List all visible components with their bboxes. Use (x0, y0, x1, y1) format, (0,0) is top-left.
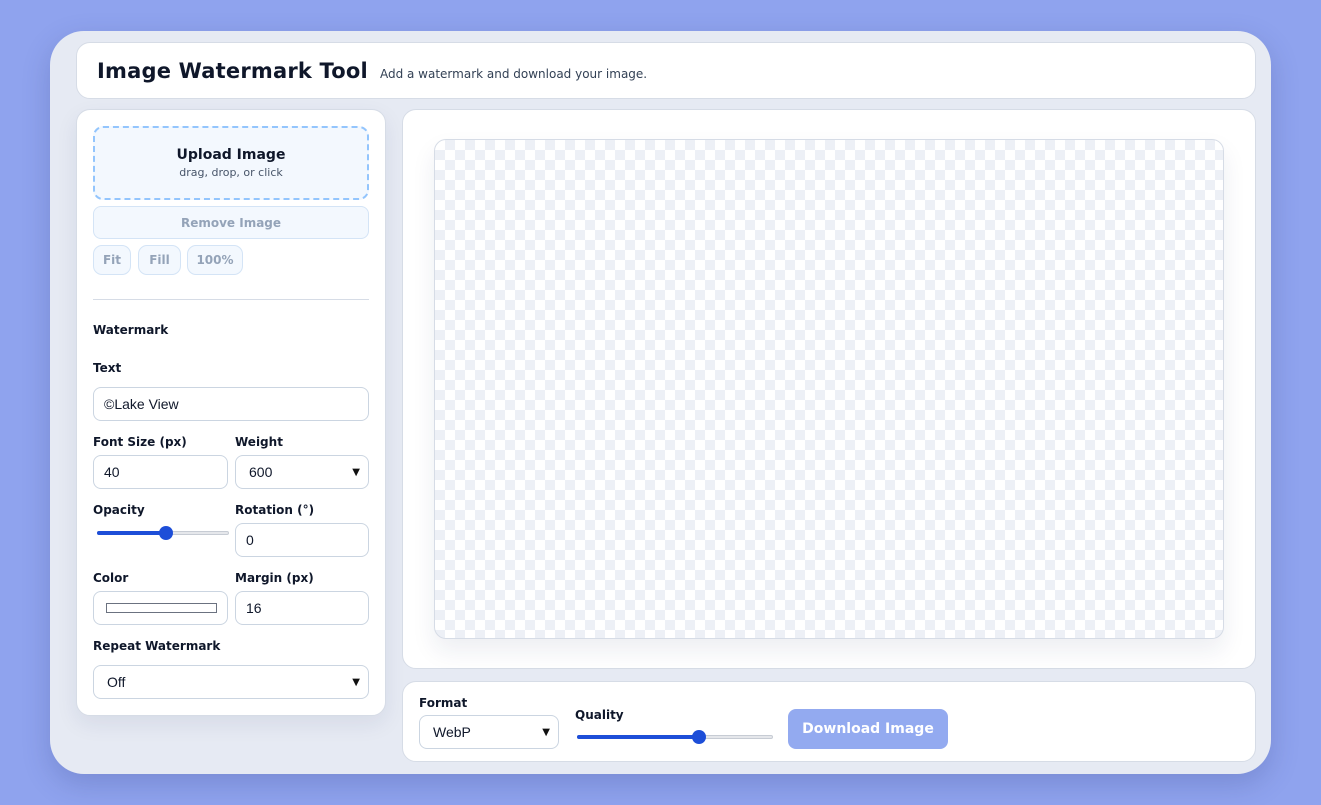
fit-button[interactable]: Fit (93, 245, 131, 275)
download-image-button[interactable]: Download Image (788, 709, 948, 749)
app-window: Image Watermark Tool Add a watermark and… (50, 31, 1271, 774)
quality-slider-fill (577, 735, 699, 739)
repeat-select[interactable]: Off ▼ (93, 665, 369, 699)
upload-hint: drag, drop, or click (179, 166, 283, 179)
opacity-slider-thumb[interactable] (158, 526, 173, 540)
chevron-down-icon: ▼ (352, 676, 360, 688)
opacity-label: Opacity (93, 503, 145, 517)
export-bar: Format WebP ▼ Quality Download Image (402, 681, 1256, 762)
watermark-text-input[interactable]: ©Lake View (93, 387, 369, 421)
opacity-slider[interactable] (97, 525, 229, 541)
weight-select[interactable]: 600 ▼ (235, 455, 369, 489)
color-label: Color (93, 571, 129, 585)
page-subtitle: Add a watermark and download your image. (379, 66, 648, 81)
page-title: Image Watermark Tool (97, 58, 368, 83)
repeat-select-value: Off (107, 674, 126, 690)
header-bar: Image Watermark Tool Add a watermark and… (76, 42, 1256, 99)
text-label: Text (93, 361, 122, 375)
chevron-down-icon: ▼ (352, 466, 360, 478)
quality-slider-thumb[interactable] (691, 730, 706, 744)
remove-image-button[interactable]: Remove Image (93, 206, 369, 239)
rotation-input[interactable]: 0 (235, 523, 369, 557)
weight-label: Weight (235, 435, 283, 449)
divider (93, 299, 369, 300)
font-size-input[interactable]: 40 (93, 455, 228, 489)
repeat-label: Repeat Watermark (93, 639, 221, 653)
actual-size-button[interactable]: 100% (187, 245, 243, 275)
upload-title: Upload Image (176, 147, 286, 163)
quality-slider[interactable] (577, 729, 773, 745)
preview-canvas[interactable] (434, 139, 1224, 639)
color-swatch (106, 603, 217, 613)
margin-label: Margin (px) (235, 571, 314, 585)
quality-label: Quality (575, 708, 624, 722)
settings-panel: Upload Image drag, drop, or click Remove… (76, 109, 386, 716)
format-label: Format (419, 696, 468, 710)
opacity-slider-fill (97, 531, 166, 535)
upload-dropzone[interactable]: Upload Image drag, drop, or click (93, 126, 369, 200)
font-size-label: Font Size (px) (93, 435, 187, 449)
format-select-value: WebP (433, 724, 471, 740)
weight-select-value: 600 (249, 464, 273, 480)
chevron-down-icon: ▼ (542, 726, 550, 738)
watermark-section-title: Watermark (93, 323, 169, 337)
rotation-label: Rotation (°) (235, 503, 315, 517)
fill-button[interactable]: Fill (138, 245, 181, 275)
color-picker[interactable] (93, 591, 228, 625)
format-select[interactable]: WebP ▼ (419, 715, 559, 749)
preview-panel (402, 109, 1256, 669)
margin-input[interactable]: 16 (235, 591, 369, 625)
